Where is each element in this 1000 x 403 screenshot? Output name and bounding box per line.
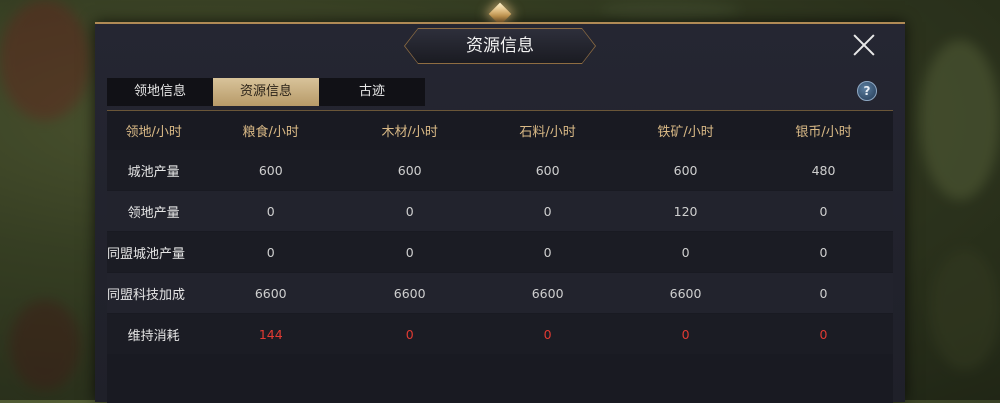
table-cell: 0 xyxy=(405,203,414,219)
row-label: 同盟科技加成 xyxy=(107,287,186,303)
table-cell: 6600 xyxy=(254,285,287,301)
table-cell-negative: 0 xyxy=(543,326,552,342)
table-cell: 0 xyxy=(819,244,828,260)
table-header: 领地/小时 粮食/小时 木材/小时 石料/小时 铁矿/小时 银币/小时 xyxy=(107,111,893,149)
help-icon[interactable]: ? xyxy=(857,81,877,101)
tab-relics[interactable]: 古迹 xyxy=(319,78,425,106)
row-label: 城池产量 xyxy=(127,164,180,180)
table-cell: 480 xyxy=(811,162,836,178)
table-cell: 6600 xyxy=(669,285,702,301)
table-cell-negative: 144 xyxy=(258,326,283,342)
table-cell: 6600 xyxy=(393,285,426,301)
dialog-title: 资源信息 xyxy=(466,36,534,56)
resource-info-dialog: 资源信息 领地信息 资源信息 古迹 ? 领地/小时 粮食/小时 木材/小时 石料… xyxy=(95,22,905,403)
table-cell: 0 xyxy=(819,203,828,219)
table-cell: 0 xyxy=(819,285,828,301)
table-cell: 0 xyxy=(266,244,275,260)
table-row-territory-output: 领地产量 0 0 0 120 0 xyxy=(107,191,893,231)
table-row-upkeep: 维持消耗 144 0 0 0 0 xyxy=(107,314,893,354)
table-cell: 120 xyxy=(673,203,698,219)
table-cell: 600 xyxy=(258,162,283,178)
table-cell-negative: 0 xyxy=(681,326,690,342)
table-row-alliance-tech-bonus: 同盟科技加成 6600 6600 6600 6600 0 xyxy=(107,273,893,313)
table-cell: 600 xyxy=(535,162,560,178)
row-label: 维持消耗 xyxy=(127,328,180,344)
tab-bar: 领地信息 资源信息 古迹 xyxy=(107,78,425,106)
row-label: 领地产量 xyxy=(127,205,180,221)
header-iron-per-hour: 铁矿/小时 xyxy=(657,124,714,140)
table-cell: 6600 xyxy=(531,285,564,301)
close-icon[interactable] xyxy=(851,32,877,58)
table-cell: 0 xyxy=(543,244,552,260)
table-cell: 0 xyxy=(543,203,552,219)
table-cell: 0 xyxy=(681,244,690,260)
header-stone-per-hour: 石料/小时 xyxy=(519,124,576,140)
table-cell-negative: 0 xyxy=(819,326,828,342)
table-row-alliance-city-output: 同盟城池产量 0 0 0 0 0 xyxy=(107,232,893,272)
header-territory-per-hour: 领地/小时 xyxy=(125,124,182,140)
table-row-city-output: 城池产量 600 600 600 600 480 xyxy=(107,150,893,190)
header-food-per-hour: 粮食/小时 xyxy=(242,124,299,140)
tab-resource-info[interactable]: 资源信息 xyxy=(213,78,319,106)
resource-table: 领地/小时 粮食/小时 木材/小时 石料/小时 铁矿/小时 银币/小时 城池产量… xyxy=(107,110,893,403)
table-cell: 0 xyxy=(405,244,414,260)
table-cell: 600 xyxy=(397,162,422,178)
table-cell: 600 xyxy=(673,162,698,178)
header-wood-per-hour: 木材/小时 xyxy=(381,124,438,140)
table-cell-negative: 0 xyxy=(405,326,414,342)
header-silver-per-hour: 银币/小时 xyxy=(795,124,852,140)
table-cell: 0 xyxy=(266,203,275,219)
row-label: 同盟城池产量 xyxy=(107,246,186,262)
tab-territory-info[interactable]: 领地信息 xyxy=(107,78,213,106)
